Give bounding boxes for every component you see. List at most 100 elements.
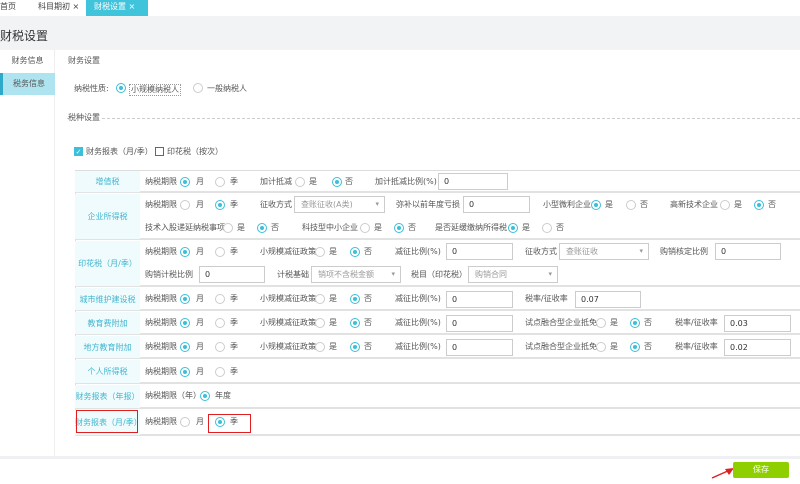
radio-yes[interactable] bbox=[591, 200, 601, 210]
option-label: 季 bbox=[230, 247, 238, 256]
save-button[interactable]: 保存 bbox=[733, 462, 789, 478]
radio-quarter[interactable] bbox=[215, 318, 225, 328]
sidebar-item-tax[interactable]: 税务信息 bbox=[0, 73, 55, 95]
reduce-ratio-input[interactable]: 0 bbox=[446, 315, 513, 332]
radio-no[interactable] bbox=[754, 200, 764, 210]
option-label: 是 bbox=[734, 200, 742, 209]
field-label: 减征比例(%) bbox=[395, 247, 441, 256]
rate-input[interactable]: 0.02 bbox=[724, 339, 791, 356]
radio-yes[interactable] bbox=[315, 318, 325, 328]
checkbox-label: 财务报表（月/季） bbox=[86, 147, 153, 156]
tab-tax-settings[interactable]: 财税设置 × bbox=[86, 0, 148, 16]
reduce-ratio-input[interactable]: 0 bbox=[446, 291, 513, 308]
radio-month[interactable] bbox=[180, 200, 190, 210]
radio-quarter[interactable] bbox=[215, 200, 225, 210]
radio-yes[interactable] bbox=[223, 223, 233, 233]
radio-no[interactable] bbox=[332, 177, 342, 187]
purchase-fixed-input[interactable]: 0 bbox=[715, 243, 781, 260]
field-label: 税目（印花税） bbox=[411, 270, 467, 279]
radio-yes[interactable] bbox=[596, 318, 606, 328]
radio-month[interactable] bbox=[180, 367, 190, 377]
tax-item-select[interactable]: 购销合同 bbox=[468, 266, 558, 283]
rate-input[interactable]: 0.07 bbox=[575, 291, 641, 308]
option-label: 是 bbox=[522, 223, 530, 232]
highlight-box bbox=[76, 410, 138, 433]
reduce-ratio-input[interactable]: 0 bbox=[446, 339, 513, 356]
radio-no[interactable] bbox=[394, 223, 404, 233]
radio-quarter[interactable] bbox=[215, 294, 225, 304]
collect-method-select[interactable]: 查账征收(A类) bbox=[294, 196, 385, 213]
row-label: 城市维护建设税 bbox=[75, 288, 140, 310]
checkbox-financial-report[interactable]: ✓ bbox=[74, 147, 83, 156]
radio-month[interactable] bbox=[180, 318, 190, 328]
option-general[interactable]: 一般纳税人 bbox=[207, 84, 247, 94]
radio-quarter[interactable] bbox=[215, 417, 225, 427]
option-label: 否 bbox=[768, 200, 776, 209]
radio-general[interactable] bbox=[193, 83, 203, 93]
tax-base-select[interactable]: 销项不含税金额 bbox=[311, 266, 401, 283]
option-label: 是 bbox=[605, 200, 613, 209]
radio-yes[interactable] bbox=[295, 177, 305, 187]
radio-no[interactable] bbox=[542, 223, 552, 233]
radio-quarter[interactable] bbox=[215, 342, 225, 352]
radio-month[interactable] bbox=[180, 342, 190, 352]
radio-no[interactable] bbox=[350, 342, 360, 352]
option-label: 月 bbox=[196, 342, 204, 351]
sidebar: 财务信息 税务信息 bbox=[0, 50, 55, 460]
radio-yes[interactable] bbox=[315, 294, 325, 304]
radio-no[interactable] bbox=[257, 223, 267, 233]
radio-small-scale[interactable] bbox=[116, 83, 126, 93]
option-label: 年度 bbox=[215, 391, 231, 400]
radio-month[interactable] bbox=[180, 294, 190, 304]
purchase-ratio-input[interactable]: 0 bbox=[199, 266, 265, 283]
loss-input[interactable]: 0 bbox=[463, 196, 530, 213]
collect-method-select[interactable]: 查账征收 bbox=[559, 243, 649, 260]
radio-yes[interactable] bbox=[596, 342, 606, 352]
radio-quarter[interactable] bbox=[215, 177, 225, 187]
field-label: 税率/征收率 bbox=[675, 318, 718, 327]
close-icon[interactable]: × bbox=[129, 2, 136, 11]
rate-input[interactable]: 0.03 bbox=[724, 315, 791, 332]
radio-yes[interactable] bbox=[360, 223, 370, 233]
radio-quarter[interactable] bbox=[215, 247, 225, 257]
tab-bar: 首页 科目期初 × 财税设置 × bbox=[0, 0, 800, 16]
radio-month[interactable] bbox=[180, 247, 190, 257]
radio-yes[interactable] bbox=[315, 247, 325, 257]
option-small-scale[interactable]: 小规模纳税人 bbox=[129, 84, 181, 96]
tab-home[interactable]: 首页 bbox=[0, 0, 16, 16]
period-label: 纳税期限 bbox=[145, 247, 177, 256]
option-label: 季 bbox=[230, 177, 238, 186]
period-label: 纳税期限（年） bbox=[145, 391, 201, 400]
radio-no[interactable] bbox=[350, 247, 360, 257]
option-label: 季 bbox=[230, 342, 238, 351]
tab-label: 首页 bbox=[0, 2, 16, 11]
option-label: 季 bbox=[230, 318, 238, 327]
option-label: 是 bbox=[329, 294, 337, 303]
section-title-finance: 财务设置 bbox=[68, 56, 100, 65]
radio-quarter[interactable] bbox=[215, 367, 225, 377]
radio-month[interactable] bbox=[180, 177, 190, 187]
radio-annual[interactable] bbox=[200, 391, 210, 401]
field-label: 小规模减征政策 bbox=[260, 318, 316, 327]
radio-no[interactable] bbox=[630, 342, 640, 352]
radio-yes[interactable] bbox=[508, 223, 518, 233]
radio-no[interactable] bbox=[350, 294, 360, 304]
option-label: 是 bbox=[329, 247, 337, 256]
radio-month[interactable] bbox=[180, 417, 190, 427]
radio-no[interactable] bbox=[630, 318, 640, 328]
sidebar-item-finance[interactable]: 财务信息 bbox=[0, 50, 55, 72]
radio-no[interactable] bbox=[626, 200, 636, 210]
checkbox-stamp-per-use[interactable] bbox=[155, 147, 164, 156]
close-icon[interactable]: × bbox=[73, 2, 80, 11]
tab-opening-balance[interactable]: 科目期初 × bbox=[38, 0, 79, 16]
field-label: 试点融合型企业抵免 bbox=[525, 342, 597, 351]
reduce-ratio-input[interactable]: 0 bbox=[446, 243, 513, 260]
option-label: 是 bbox=[309, 177, 317, 186]
option-label: 月 bbox=[196, 177, 204, 186]
period-label: 纳税期限 bbox=[145, 318, 177, 327]
radio-yes[interactable] bbox=[315, 342, 325, 352]
radio-no[interactable] bbox=[350, 318, 360, 328]
option-label: 季 bbox=[230, 294, 238, 303]
radio-yes[interactable] bbox=[720, 200, 730, 210]
add-ratio-input[interactable]: 0 bbox=[438, 173, 508, 190]
